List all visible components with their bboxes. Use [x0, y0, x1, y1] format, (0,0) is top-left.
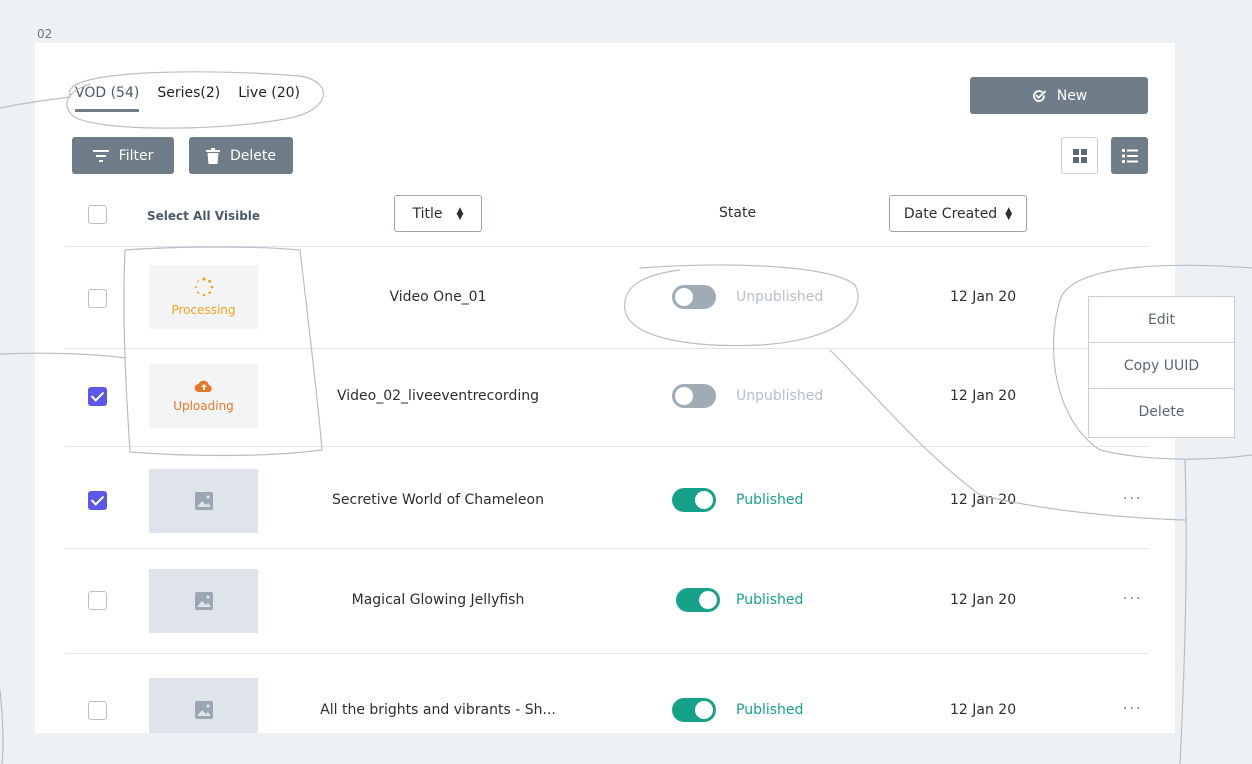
content-panel: VOD (54) Series(2) Live (20) New Filter …: [35, 43, 1175, 733]
select-all-label: Select All Visible: [147, 209, 261, 223]
sort-arrows-icon: ▲ ▼: [456, 205, 464, 222]
date-created: 12 Jan 20: [950, 592, 1017, 608]
new-button-label: New: [1056, 87, 1088, 104]
state-label: Published: [736, 702, 804, 718]
grid-view-button[interactable]: [1061, 137, 1098, 174]
state-column-header: State: [719, 205, 757, 221]
list-view-button[interactable]: [1111, 137, 1148, 174]
new-button[interactable]: New: [970, 77, 1148, 114]
table-header: Select All Visible Title ▲ ▼ State Date C…: [35, 195, 1175, 245]
publish-toggle[interactable]: [672, 285, 716, 309]
state-label: Published: [736, 592, 804, 608]
toggle-knob: [699, 591, 717, 609]
grid-icon: [1072, 148, 1087, 163]
toggle-knob: [675, 387, 693, 405]
publish-toggle[interactable]: [672, 384, 716, 408]
date-created: 12 Jan 20: [950, 492, 1017, 508]
image-icon: [194, 492, 213, 510]
state-label: Unpublished: [736, 289, 824, 305]
trash-icon: [206, 147, 220, 164]
date-created-sort-label: Date Created: [903, 205, 998, 222]
row-checkbox[interactable]: [88, 289, 107, 308]
select-all-checkbox[interactable]: [88, 205, 107, 224]
publish-toggle[interactable]: [672, 698, 716, 722]
state-label: Unpublished: [736, 388, 824, 404]
title-sort-dropdown[interactable]: Title ▲ ▼: [394, 195, 482, 232]
spinner-icon: [194, 277, 213, 297]
filter-button-label: Filter: [118, 147, 154, 164]
table-row[interactable]: All the brights and vibrants - Sh... Pub…: [65, 653, 1148, 733]
more-actions-button[interactable]: ···: [1123, 491, 1142, 507]
row-checkbox[interactable]: [88, 491, 107, 510]
date-created-sort-dropdown[interactable]: Date Created ▲ ▼: [889, 195, 1027, 232]
list-icon: [1121, 148, 1138, 163]
more-actions-button[interactable]: ···: [1123, 701, 1142, 717]
video-title: Magical Glowing Jellyfish: [351, 592, 525, 608]
page-label: 02: [37, 27, 53, 41]
check-circle-icon: [1032, 89, 1046, 102]
video-title: All the brights and vibrants - Sh...: [320, 702, 556, 718]
date-created: 12 Jan 20: [950, 289, 1017, 305]
delete-button[interactable]: Delete: [189, 137, 293, 174]
thumbnail-placeholder: [149, 469, 258, 533]
date-created: 12 Jan 20: [950, 388, 1017, 404]
delete-button-label: Delete: [230, 147, 276, 164]
thumbnail-placeholder: [149, 678, 258, 733]
cloud-upload-icon: [194, 380, 212, 393]
tab-vod[interactable]: VOD (54): [75, 85, 140, 112]
table-row[interactable]: Secretive World of Chameleon Published 1…: [65, 446, 1148, 548]
tab-live[interactable]: Live (20): [238, 85, 300, 112]
menu-item-delete[interactable]: Delete: [1089, 389, 1234, 435]
video-title: Secretive World of Chameleon: [332, 492, 544, 508]
thumbnail-processing: Processing: [149, 265, 258, 329]
image-icon: [194, 701, 213, 719]
row-checkbox[interactable]: [88, 387, 107, 406]
tab-bar: VOD (54) Series(2) Live (20): [75, 85, 300, 112]
tab-series[interactable]: Series(2): [157, 85, 220, 112]
thumbnail-placeholder: [149, 569, 258, 633]
sketch-line-left: [0, 689, 4, 764]
toggle-knob: [675, 288, 693, 306]
menu-item-edit[interactable]: Edit: [1089, 297, 1234, 343]
more-actions-button[interactable]: ···: [1123, 591, 1142, 607]
state-label: Published: [736, 492, 804, 508]
table-row[interactable]: Uploading Video_02_liveeventrecording Un…: [65, 348, 1148, 446]
filter-icon: [92, 149, 109, 162]
date-created: 12 Jan 20: [950, 702, 1017, 718]
title-sort-label: Title: [412, 205, 443, 222]
toggle-knob: [695, 701, 713, 719]
filter-button[interactable]: Filter: [72, 137, 174, 174]
menu-item-copy-uuid[interactable]: Copy UUID: [1089, 343, 1234, 389]
image-icon: [194, 592, 213, 610]
toggle-knob: [695, 491, 713, 509]
thumbnail-status-label: Processing: [171, 303, 236, 317]
table-row[interactable]: Processing Video One_01 Unpublished 12 J…: [65, 246, 1148, 348]
thumbnail-uploading: Uploading: [149, 364, 258, 428]
sketch-line-right: [1179, 459, 1187, 764]
video-title: Video_02_liveeventrecording: [337, 388, 539, 404]
publish-toggle[interactable]: [676, 588, 720, 612]
video-title: Video One_01: [389, 289, 487, 305]
table-row[interactable]: Magical Glowing Jellyfish Published 12 J…: [65, 548, 1148, 653]
thumbnail-status-label: Uploading: [173, 399, 234, 413]
publish-toggle[interactable]: [672, 488, 716, 512]
row-actions-menu: Edit Copy UUID Delete: [1088, 296, 1235, 438]
row-checkbox[interactable]: [88, 591, 107, 610]
row-checkbox[interactable]: [88, 701, 107, 720]
sort-arrows-icon: ▲ ▼: [1005, 205, 1013, 222]
